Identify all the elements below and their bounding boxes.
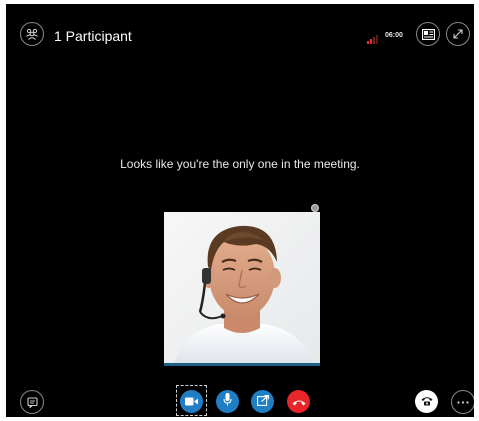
self-video-preview bbox=[164, 212, 320, 365]
only-one-message: Looks like you're the only one in the me… bbox=[120, 157, 360, 171]
participant-count-title: 1 Participant bbox=[54, 28, 132, 44]
microphone-button[interactable] bbox=[216, 390, 239, 413]
chat-icon bbox=[26, 396, 38, 408]
self-video-border bbox=[164, 363, 320, 366]
participants-button[interactable] bbox=[20, 22, 44, 46]
telephone-dialpad-icon bbox=[421, 393, 433, 411]
fullscreen-expand-icon bbox=[452, 28, 464, 40]
participant-photo bbox=[164, 212, 320, 365]
layout-toggle-icon bbox=[421, 28, 435, 40]
microphone-icon bbox=[223, 392, 232, 411]
meeting-window: 1 Participant 06:00 Looks like you're th… bbox=[6, 4, 474, 417]
share-screen-icon bbox=[256, 393, 269, 411]
share-screen-button[interactable] bbox=[251, 390, 274, 413]
more-options-icon bbox=[457, 400, 469, 404]
call-duration: 06:00 bbox=[385, 32, 403, 39]
signal-strength-icon bbox=[367, 31, 379, 49]
video-camera-icon bbox=[185, 393, 198, 411]
dialpad-button[interactable] bbox=[415, 390, 438, 413]
participants-icon bbox=[25, 28, 39, 40]
hang-up-icon bbox=[292, 393, 306, 411]
chat-button[interactable] bbox=[20, 390, 44, 414]
video-button[interactable] bbox=[180, 390, 203, 413]
more-options-button[interactable] bbox=[451, 390, 474, 414]
fullscreen-button[interactable] bbox=[446, 22, 470, 46]
hang-up-button[interactable] bbox=[287, 390, 310, 413]
self-view-dot-icon[interactable] bbox=[311, 204, 319, 212]
layout-toggle-button[interactable] bbox=[416, 22, 440, 46]
